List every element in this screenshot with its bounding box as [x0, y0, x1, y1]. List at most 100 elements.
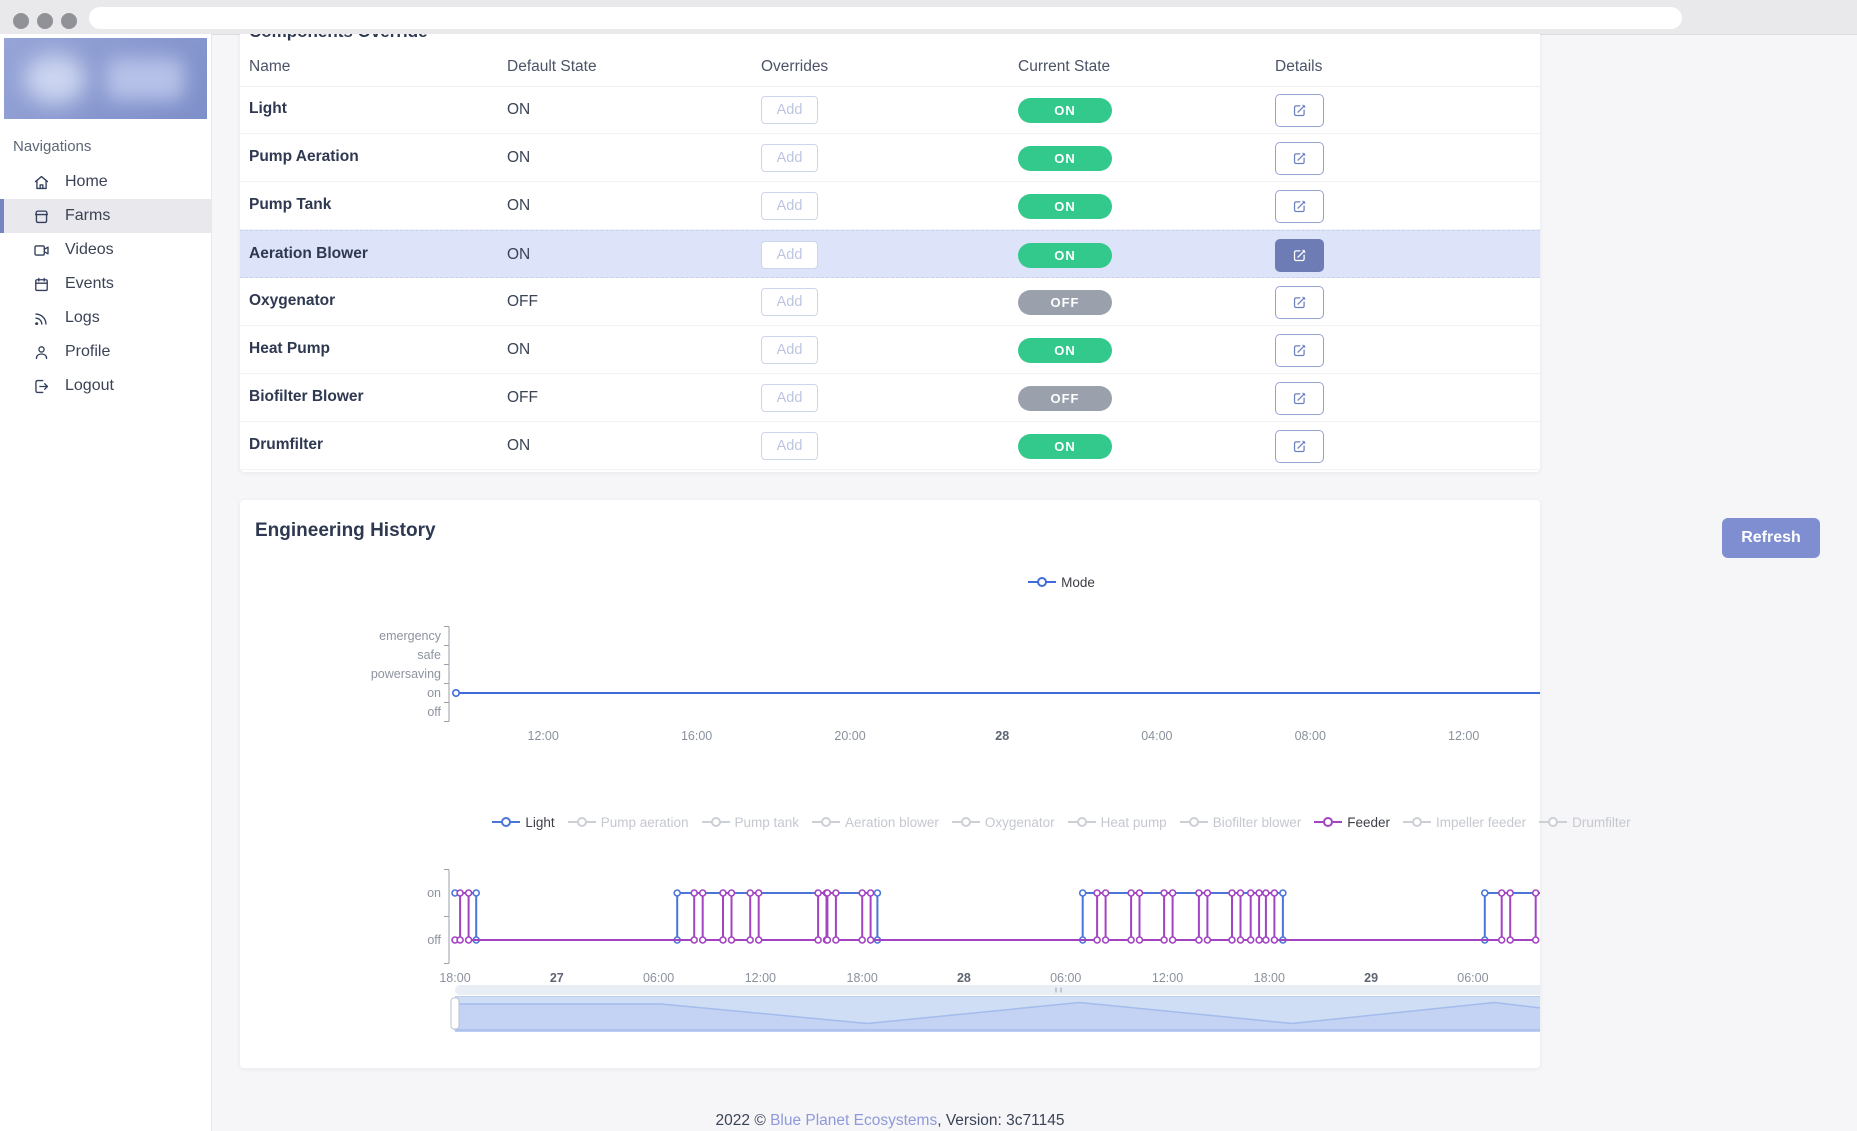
sidebar: Navigations Home Farms Videos Events Logs Pro… — [0, 34, 212, 1131]
sidebar-item-label: Videos — [65, 241, 114, 259]
components-chart-legend: Light Pump aeration Pump tank Aeration blow… — [455, 812, 1668, 832]
legend-item-pump-aeration[interactable]: Pump aeration — [568, 815, 689, 830]
add-override-button[interactable]: Add — [761, 144, 818, 172]
edit-icon — [1291, 438, 1308, 455]
svg-text:29: 29 — [1364, 971, 1378, 985]
brush-pan-track[interactable] — [455, 985, 1540, 995]
table-row: Pump TankONAddON — [240, 182, 1540, 230]
current-state-badge: OFF — [1018, 386, 1112, 411]
legend-marker-icon — [952, 817, 980, 827]
legend-item-light[interactable]: Light — [492, 815, 554, 830]
legend-marker-icon — [1068, 817, 1096, 827]
nav-menu: Home Farms Videos Events Logs Profile Logout — [0, 165, 211, 403]
refresh-button[interactable]: Refresh — [1722, 518, 1820, 558]
legend-item-oxygenator[interactable]: Oxygenator — [952, 815, 1055, 830]
browser-chrome — [0, 0, 1857, 35]
details-edit-button[interactable] — [1275, 190, 1324, 223]
edit-icon — [1291, 342, 1308, 359]
profile-icon — [32, 343, 51, 362]
add-override-button[interactable]: Add — [761, 241, 818, 269]
legend-item-heat-pump[interactable]: Heat pump — [1068, 815, 1167, 830]
add-override-button[interactable]: Add — [761, 96, 818, 124]
sidebar-item-videos[interactable]: Videos — [0, 233, 211, 267]
table-row: LightONAddON — [240, 86, 1540, 134]
details-edit-button[interactable] — [1275, 382, 1324, 415]
window-minimize-icon[interactable] — [37, 13, 53, 29]
edit-icon — [1291, 294, 1308, 311]
legend-label: Impeller feeder — [1436, 815, 1526, 830]
nav-section-label: Navigations — [13, 138, 91, 155]
table-row: Aeration BlowerONAddON — [240, 230, 1540, 278]
current-state-badge: OFF — [1018, 290, 1112, 315]
legend-item-aeration-blower[interactable]: Aeration blower — [812, 815, 939, 830]
sidebar-item-events[interactable]: Events — [0, 267, 211, 301]
sidebar-item-label: Farms — [65, 207, 110, 225]
brush-selection[interactable] — [456, 997, 1541, 1032]
svg-text:12:00: 12:00 — [528, 729, 559, 743]
add-override-button[interactable]: Add — [761, 288, 818, 316]
mode-history-chart: emergencysafepowersavingonoff12:0016:002… — [240, 560, 1540, 785]
default-state-value: OFF — [507, 389, 538, 407]
default-state-value: ON — [507, 246, 530, 264]
add-override-button[interactable]: Add — [761, 192, 818, 220]
app-logo — [4, 38, 207, 119]
sidebar-item-label: Events — [65, 275, 114, 293]
table-row: Heat PumpONAddON — [240, 326, 1540, 374]
svg-text:off: off — [427, 705, 441, 719]
svg-text:06:00: 06:00 — [1457, 971, 1488, 985]
legend-label: Biofilter blower — [1213, 815, 1302, 830]
table-header: Name Default State Overrides Current Sta… — [240, 48, 1540, 87]
sidebar-item-farms[interactable]: Farms — [0, 199, 211, 233]
components-override-card: Components Override Name Default State O… — [240, 34, 1540, 472]
window-controls[interactable] — [13, 13, 77, 29]
url-bar[interactable] — [89, 7, 1682, 29]
svg-text:on: on — [427, 886, 441, 900]
logo-blob — [24, 54, 86, 104]
legend-label: Pump aeration — [601, 815, 689, 830]
edit-icon — [1291, 247, 1308, 264]
current-state-badge: ON — [1018, 98, 1112, 123]
details-edit-button[interactable] — [1275, 334, 1324, 367]
current-state-badge: ON — [1018, 338, 1112, 363]
footer-company-link[interactable]: Blue Planet Ecosystems — [770, 1112, 937, 1129]
add-override-button[interactable]: Add — [761, 432, 818, 460]
legend-item-pump-tank[interactable]: Pump tank — [702, 815, 800, 830]
details-edit-button[interactable] — [1275, 239, 1324, 272]
legend-label: Heat pump — [1101, 815, 1167, 830]
legend-item-feeder[interactable]: Feeder — [1314, 815, 1390, 830]
legend-item-biofilter-blower[interactable]: Biofilter blower — [1180, 815, 1302, 830]
details-edit-button[interactable] — [1275, 286, 1324, 319]
sidebar-item-logs[interactable]: Logs — [0, 301, 211, 335]
window-maximize-icon[interactable] — [61, 13, 77, 29]
svg-text:27: 27 — [550, 971, 564, 985]
legend-item-drumfilter[interactable]: Drumfilter — [1539, 815, 1631, 830]
add-override-button[interactable]: Add — [761, 336, 818, 364]
column-header-name: Name — [249, 58, 290, 76]
logs-icon — [32, 309, 51, 328]
svg-text:28: 28 — [957, 971, 971, 985]
details-edit-button[interactable] — [1275, 142, 1324, 175]
details-edit-button[interactable] — [1275, 430, 1324, 463]
svg-text:off: off — [427, 933, 441, 947]
legend-label: Aeration blower — [845, 815, 939, 830]
components-override-title: Components Override — [249, 34, 428, 42]
svg-text:18:00: 18:00 — [439, 971, 470, 985]
brush-handle-left[interactable] — [451, 998, 459, 1029]
legend-item-impeller-feeder[interactable]: Impeller feeder — [1403, 815, 1526, 830]
current-state-badge: ON — [1018, 243, 1112, 268]
details-edit-button[interactable] — [1275, 94, 1324, 127]
component-name: Drumfilter — [249, 436, 323, 454]
add-override-button[interactable]: Add — [761, 384, 818, 412]
sidebar-item-logout[interactable]: Logout — [0, 369, 211, 403]
column-header-current-state: Current State — [1018, 58, 1110, 76]
legend-label: Feeder — [1347, 815, 1390, 830]
table-row: OxygenatorOFFAddOFF — [240, 278, 1540, 326]
sidebar-item-label: Profile — [65, 343, 110, 361]
window-close-icon[interactable] — [13, 13, 29, 29]
edit-icon — [1291, 198, 1308, 215]
current-state-badge: ON — [1018, 434, 1112, 459]
sidebar-item-home[interactable]: Home — [0, 165, 211, 199]
component-name: Pump Tank — [249, 196, 331, 214]
svg-text:12:00: 12:00 — [1448, 729, 1479, 743]
sidebar-item-profile[interactable]: Profile — [0, 335, 211, 369]
